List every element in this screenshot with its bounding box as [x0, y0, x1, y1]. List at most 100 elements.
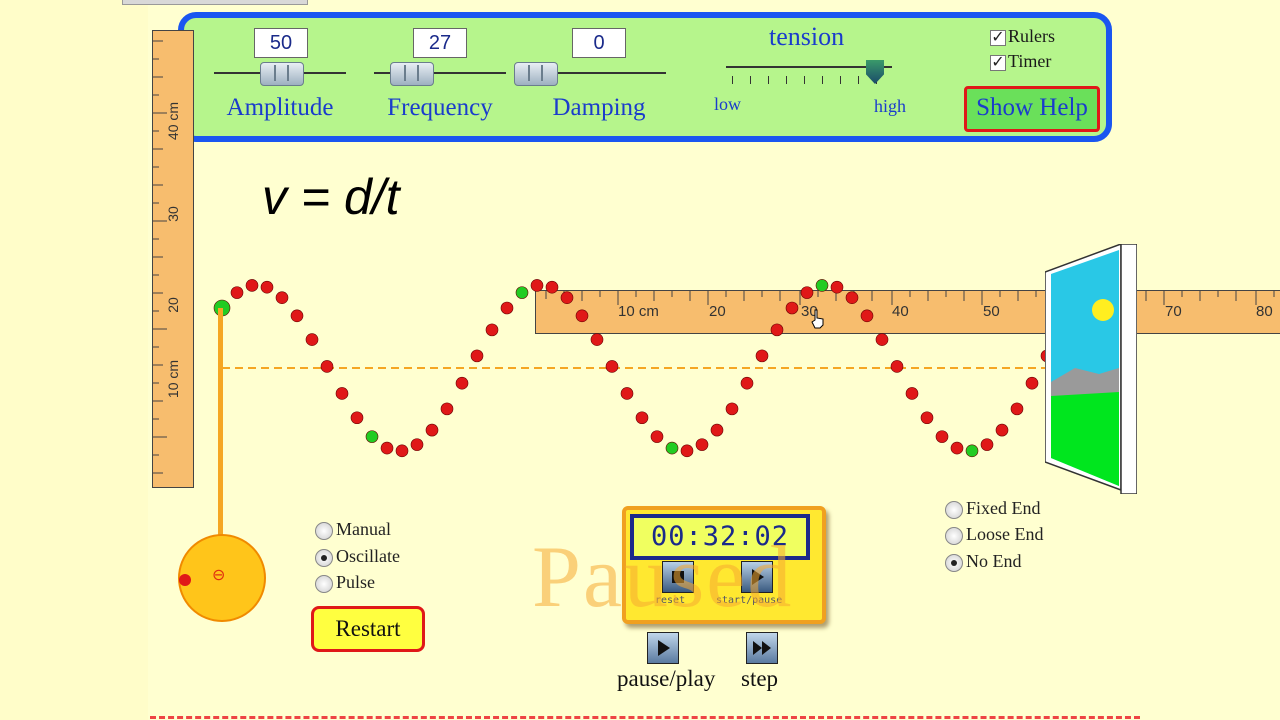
- wave-bead: [920, 411, 934, 425]
- rulers-checkbox[interactable]: ✓: [990, 30, 1006, 46]
- vertical-ruler-label: 30: [165, 206, 181, 222]
- wheel-center-icon: ⊖: [212, 565, 226, 584]
- mode-radio-pulse[interactable]: [315, 575, 333, 593]
- mode-label-manual: Manual: [336, 519, 391, 539]
- tension-tick: [858, 76, 859, 84]
- end-label-fixed: Fixed End: [966, 498, 1041, 518]
- tension-tick: [750, 76, 751, 84]
- damping-slider-knob[interactable]: [514, 62, 558, 86]
- wave-bead: [395, 444, 409, 458]
- step-label: step: [741, 666, 779, 691]
- bottom-dashed-border: [150, 716, 1140, 719]
- wave-bead: [665, 441, 679, 455]
- end-label-loose: Loose End: [966, 524, 1044, 544]
- oscillator-rod: [218, 308, 223, 536]
- tension-tick: [804, 76, 805, 84]
- damping-label: Damping: [552, 94, 646, 121]
- tension-high-label: high: [874, 96, 907, 116]
- tension-tick: [732, 76, 733, 84]
- wave-bead: [680, 444, 694, 458]
- end-radio-loose[interactable]: [945, 527, 963, 545]
- end-label-no-end: No End: [966, 551, 1022, 571]
- wave-bead: [455, 376, 469, 390]
- wave-bead: [605, 360, 619, 373]
- frequency-slider-knob[interactable]: [390, 62, 434, 86]
- timer-checkbox-label: Timer: [1008, 51, 1052, 71]
- vertical-ruler-label: 10 cm: [165, 359, 181, 399]
- control-panel: 50 Amplitude 27 Frequency 0 Damping tens…: [178, 12, 1112, 142]
- horizontal-ruler-label: 10 cm: [618, 303, 659, 320]
- left-margin: [0, 0, 148, 720]
- wave-bead: [350, 411, 364, 425]
- wave-bead: [440, 402, 454, 416]
- wave-bead: [950, 441, 964, 455]
- end-radio-fixed[interactable]: [945, 501, 963, 519]
- wave-bead: [620, 387, 634, 400]
- horizontal-ruler-label: 40: [892, 303, 909, 320]
- mode-radio-manual[interactable]: [315, 522, 333, 540]
- wave-bead: [380, 441, 394, 455]
- wave-bead: [740, 376, 754, 390]
- play-icon: [658, 640, 670, 656]
- wave-bead: [710, 423, 724, 437]
- tension-title: tension: [769, 22, 845, 51]
- hand-cursor-icon: [811, 309, 824, 329]
- damping-value-field[interactable]: 0: [572, 28, 626, 58]
- wave-bead: [935, 430, 949, 443]
- velocity-formula: v = d/t: [262, 169, 400, 225]
- amplitude-label: Amplitude: [226, 94, 334, 121]
- wave-bead: [410, 438, 424, 451]
- mode-label-oscillate: Oscillate: [336, 546, 400, 566]
- show-help-button[interactable]: Show Help: [964, 86, 1100, 132]
- rulers-checkbox-label: Rulers: [1008, 26, 1055, 46]
- tension-tick: [786, 76, 787, 84]
- tension-tick: [768, 76, 769, 84]
- tension-tick: [822, 76, 823, 84]
- vertical-ruler-label: 40 cm: [165, 101, 181, 141]
- horizontal-ruler[interactable]: 10 cm 20 30 40 50 70 80: [535, 290, 1280, 334]
- no-end-window: [1045, 244, 1137, 494]
- vertical-ruler[interactable]: 40 cm 30 20 10 cm: [152, 30, 194, 488]
- wave-bead: [275, 291, 289, 304]
- top-tab-stub: [122, 0, 308, 5]
- wave-bead: [755, 349, 769, 363]
- wave-bead: [1010, 402, 1024, 416]
- wave-bead: [290, 309, 304, 323]
- amplitude-value-field[interactable]: 50: [254, 28, 308, 58]
- tension-tick: [840, 76, 841, 84]
- vertical-ruler-ticks: [153, 40, 167, 474]
- horizontal-ruler-label: 20: [709, 303, 726, 320]
- wave-bead: [890, 360, 904, 373]
- wave-bead: [230, 286, 244, 299]
- timer-checkbox[interactable]: ✓: [990, 55, 1006, 71]
- frequency-value-field[interactable]: 27: [413, 28, 467, 58]
- wave-bead: [650, 430, 664, 443]
- amplitude-slider-knob[interactable]: [260, 62, 304, 86]
- wheel-pin: [179, 574, 191, 586]
- horizontal-ruler-label: 70: [1165, 303, 1182, 320]
- wave-bead: [470, 349, 484, 363]
- wave-bead: [485, 323, 499, 337]
- tension-low-label: low: [714, 94, 741, 114]
- wave-bead: [320, 360, 334, 373]
- pause-play-button[interactable]: [647, 632, 679, 664]
- pause-play-label: pause/play: [617, 666, 716, 691]
- restart-button[interactable]: Restart: [311, 606, 425, 652]
- tension-slider-knob[interactable]: [866, 60, 884, 84]
- vertical-ruler-label: 20: [165, 297, 181, 313]
- step-button[interactable]: [746, 632, 778, 664]
- wave-bead: [260, 280, 274, 294]
- wave-bead: [965, 444, 979, 458]
- wave-bead: [245, 279, 259, 292]
- mode-label-pulse: Pulse: [336, 572, 376, 592]
- wave-bead: [590, 333, 604, 346]
- frequency-label: Frequency: [387, 94, 493, 121]
- wave-bead: [365, 430, 379, 443]
- wave-bead: [500, 301, 514, 315]
- wave-bead: [995, 423, 1009, 437]
- wave-bead: [515, 286, 529, 299]
- mode-radio-oscillate[interactable]: [315, 549, 333, 567]
- wave-bead: [635, 411, 649, 425]
- end-radio-no-end[interactable]: [945, 554, 963, 572]
- fast-forward-icon: [753, 641, 762, 655]
